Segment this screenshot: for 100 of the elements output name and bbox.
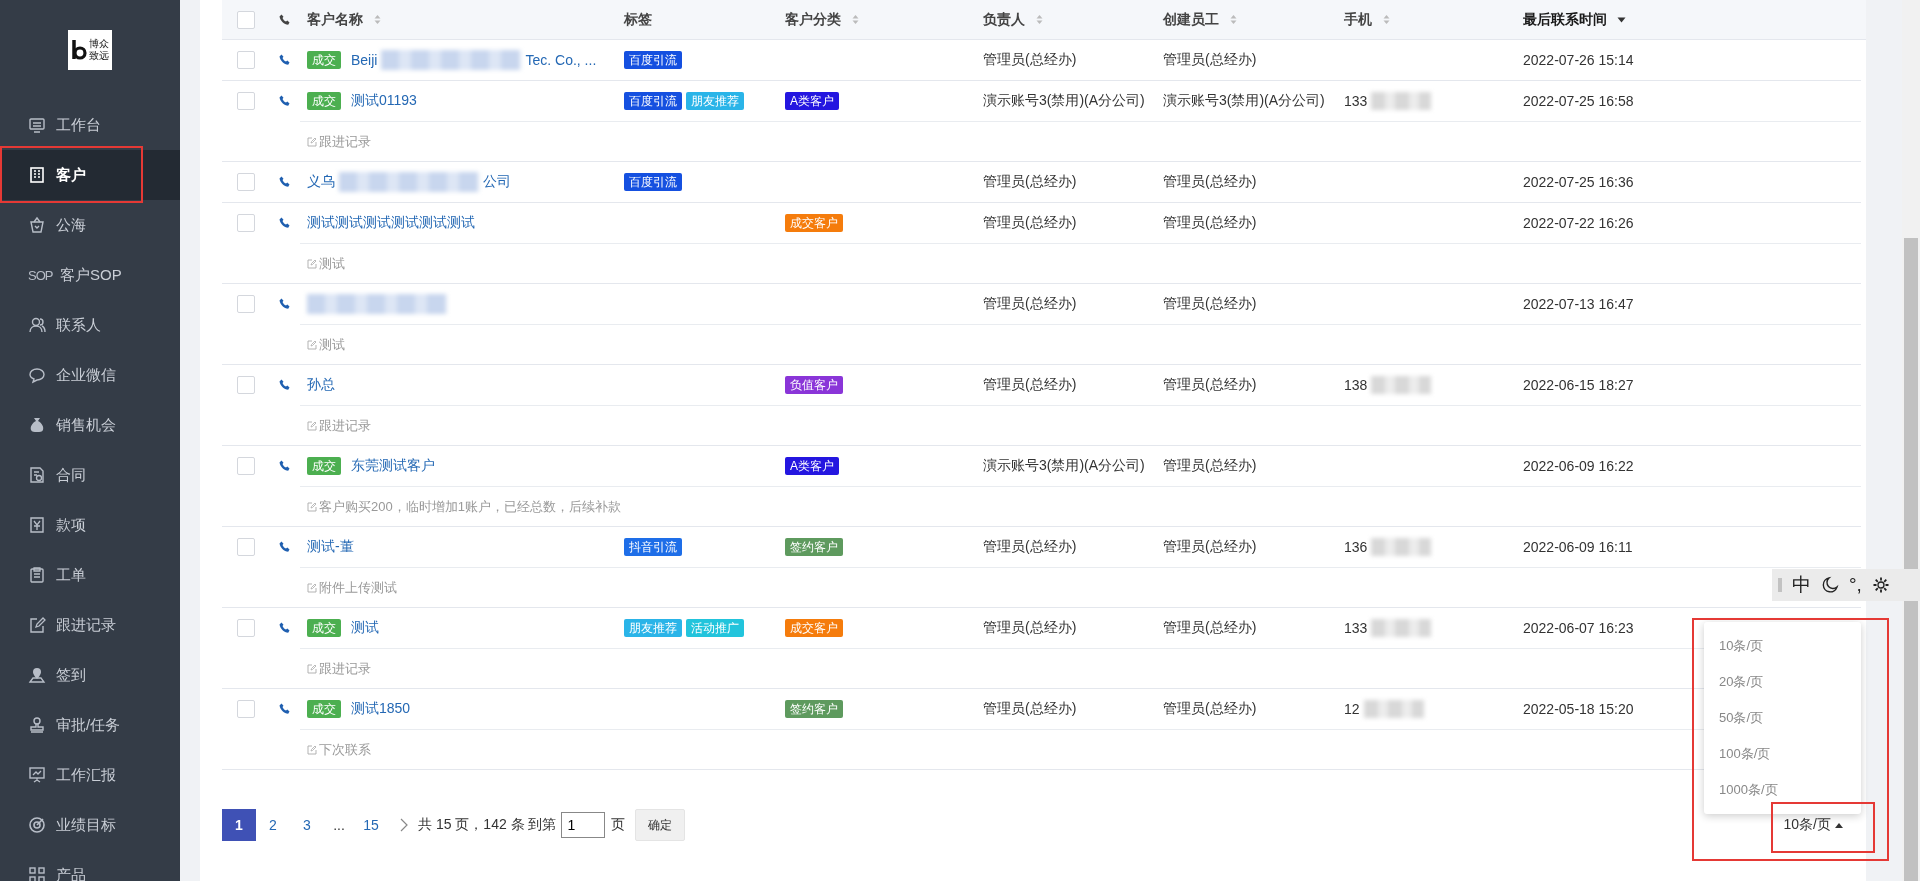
row-checkbox[interactable] [236,700,255,718]
creator-text: 管理员(总经办) [1163,295,1257,313]
page-size-select[interactable]: 10条/页 [1781,812,1845,838]
customer-name-link[interactable]: 孙总 [307,376,335,394]
customer-name-link[interactable]: Tec. Co., ... [525,52,597,68]
follow-up-note: 客户购买200，临时增加1账户，已经总数，后续补款 [319,497,621,516]
creator-text: 管理员(总经办) [1163,538,1257,556]
row-checkbox[interactable] [236,51,255,69]
page-button[interactable]: 1 [222,809,256,841]
column-header: 标签 [624,10,652,29]
phone-icon[interactable] [278,176,291,188]
page-size-option[interactable]: 1000条/页 [1704,772,1861,808]
column-header[interactable]: 负责人 [983,10,1025,29]
time-text: 2022-07-13 16:47 [1523,296,1634,312]
row-checkbox[interactable] [236,173,255,191]
page-button[interactable]: 15 [354,809,388,841]
sidebar-item[interactable]: 审批/任务 [0,700,180,750]
column-header[interactable]: 创建员工 [1163,10,1219,29]
page-button[interactable]: 2 [256,809,290,841]
sidebar-item[interactable]: 销售机会 [0,400,180,450]
customer-name-link[interactable]: 测试-董 [307,538,354,556]
column-header[interactable]: 手机 [1344,10,1372,29]
page-size-option[interactable]: 10条/页 [1704,628,1861,664]
customer-name-link[interactable]: 测试 [351,619,379,637]
phone-icon[interactable] [278,379,291,391]
creator-text: 管理员(总经办) [1163,700,1257,718]
sidebar-item[interactable]: 签到 [0,650,180,700]
customer-name-link[interactable]: 测试测试测试测试测试测试 [307,214,475,232]
phone-icon[interactable] [278,217,291,229]
sidebar-item[interactable]: 业绩目标 [0,800,180,850]
pagination-ellipsis: ... [332,816,346,835]
customer-name-link[interactable]: 东莞测试客户 [351,457,435,475]
sidebar-item[interactable]: 跟进记录 [0,600,180,650]
phone-icon[interactable] [278,622,291,634]
tag: 活动推广 [686,619,744,637]
sidebar-item[interactable]: 合同 [0,450,180,500]
page-size-option[interactable]: 50条/页 [1704,700,1861,736]
sidebar-item[interactable]: 工作汇报 [0,750,180,800]
sidebar-item[interactable]: 款项 [0,500,180,550]
sidebar-item[interactable]: 产品 [0,850,180,881]
sidebar-item[interactable]: 联系人 [0,300,180,350]
category-tag: 签约客户 [785,538,843,556]
page-input[interactable]: 1 [560,812,605,838]
customer-name-link[interactable]: 公司 [483,173,511,191]
customer-name-link[interactable]: 测试01193 [351,92,417,110]
confirm-button[interactable]: 确定 [634,809,685,841]
sidebar-item[interactable]: 公海 [0,200,180,250]
sidebar-item[interactable]: 工单 [0,550,180,600]
phone-icon[interactable] [278,460,291,472]
phone-icon[interactable] [278,703,291,715]
row-checkbox[interactable] [236,92,255,110]
time-text: 2022-07-25 16:36 [1523,174,1634,190]
page-button[interactable]: 3 [290,809,324,841]
moon-icon[interactable] [1821,576,1839,594]
column-header[interactable]: 最后联系时间 [1523,10,1607,29]
category-tag: 成交客户 [785,619,843,637]
sidebar-item[interactable]: SOP 客户SOP [0,250,180,300]
next-page-icon[interactable] [400,818,408,832]
edit-icon [307,744,317,755]
edit-icon [307,501,317,512]
customer-name-link[interactable]: 义乌 [307,173,335,191]
drag-handle-icon[interactable] [1778,577,1782,593]
page-size-option[interactable]: 100条/页 [1704,736,1861,772]
phone-icon[interactable] [278,95,291,107]
time-text: 2022-06-07 16:23 [1523,620,1634,636]
punctuation-toggle[interactable]: °, [1849,574,1862,596]
time-text: 2022-06-15 18:27 [1523,377,1634,393]
column-header[interactable]: 客户名称 [307,10,363,29]
chat-bubble-icon [28,366,46,384]
sidebar-item[interactable]: 客户 [0,150,180,200]
edit-icon [307,663,317,674]
sidebar-item[interactable]: 工作台 [0,100,180,150]
sidebar-item[interactable]: 企业微信 [0,350,180,400]
time-text: 2022-06-09 16:22 [1523,458,1634,474]
edit-icon [307,136,317,147]
row-checkbox[interactable] [236,619,255,637]
column-header[interactable]: 客户分类 [785,10,841,29]
time-text: 2022-06-09 16:11 [1523,539,1633,555]
page-size-option[interactable]: 20条/页 [1704,664,1861,700]
input-mode-toggle[interactable]: 中 [1792,572,1811,598]
phone-icon[interactable] [278,298,291,310]
monitor-icon [28,116,46,134]
creator-text: 管理员(总经办) [1163,376,1257,394]
mobile-text: 133 [1344,620,1368,636]
category-tag: 负值客户 [785,376,843,394]
phone-icon[interactable] [278,54,291,66]
customer-name-link[interactable]: Beiji [351,52,378,68]
stamp-icon [28,716,46,734]
edit-icon [28,616,46,634]
row-checkbox[interactable] [236,538,255,556]
customer-name-link[interactable]: 测试1850 [351,700,411,718]
scrollbar-thumb[interactable] [1904,238,1918,881]
phone-icon[interactable] [278,541,291,553]
row-checkbox[interactable] [236,376,255,394]
mobile-text: 138 [1344,377,1368,393]
select-all-checkbox[interactable] [236,10,255,29]
row-checkbox[interactable] [236,214,255,232]
category-tag: A类客户 [785,92,839,110]
row-checkbox[interactable] [236,457,255,475]
row-checkbox[interactable] [236,295,255,313]
